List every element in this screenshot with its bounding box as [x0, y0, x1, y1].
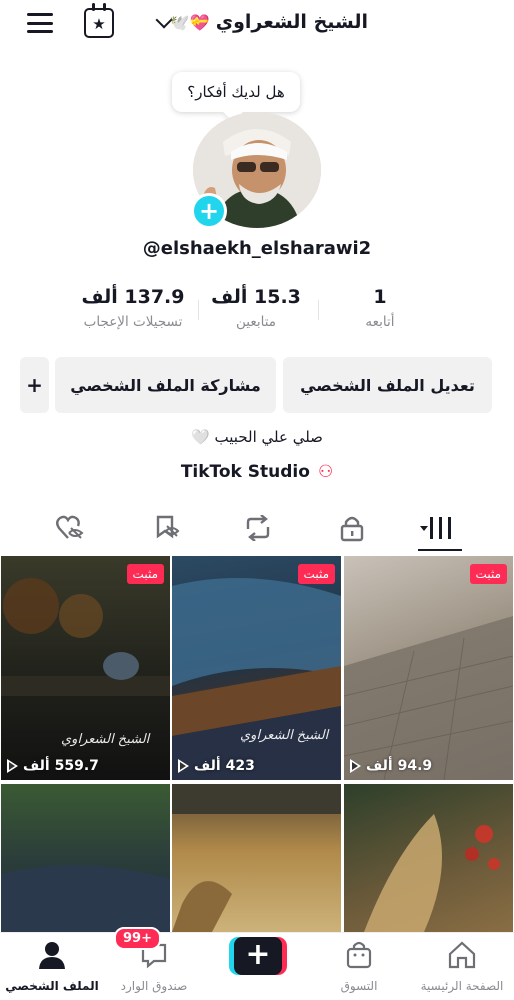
videos-grid-icon	[420, 517, 451, 539]
video-thumbnail	[1, 865, 170, 932]
nav-profile[interactable]: الملف الشخصي	[2, 937, 102, 993]
nav-shop[interactable]: التسوق	[309, 937, 409, 993]
favorites-hidden-icon	[156, 515, 180, 539]
home-icon	[448, 941, 476, 969]
video-tile[interactable]: الشيخ الشعراوي مثبت 423 ألف	[172, 556, 341, 780]
pinned-badge: مثبت	[126, 564, 164, 584]
username: @elshaekh_elsharawi2	[142, 238, 372, 259]
tab-favorites[interactable]	[144, 510, 188, 546]
account-switcher[interactable]: الشيخ الشعراوي 💝🕊️	[170, 8, 368, 36]
tab-liked[interactable]	[48, 510, 92, 546]
view-count: 559.7 ألف	[7, 758, 99, 774]
nav-home-label: الصفحة الرئيسية	[420, 979, 504, 993]
video-tile[interactable]: الشيخ الشعراوي مثبت 559.7 ألف	[1, 556, 170, 780]
followers-stat[interactable]: 15.3 ألف متابعين	[206, 286, 306, 330]
nav-inbox-label: صندوق الوارد	[120, 979, 188, 993]
tiktok-studio-link[interactable]: TikTok Studio ⚇	[0, 462, 514, 482]
pinned-badge: مثبت	[297, 564, 335, 584]
bubble-text: هل لديك أفكار؟	[187, 83, 285, 101]
nav-shop-label: التسوق	[340, 979, 378, 993]
view-count: 423 ألف	[178, 758, 255, 774]
following-count: 1	[373, 286, 387, 308]
video-thumbnail	[172, 784, 341, 932]
tab-reposts[interactable]	[236, 510, 280, 546]
stat-divider	[318, 300, 319, 320]
add-avatar-button[interactable]: +	[191, 193, 227, 229]
account-name: الشيخ الشعراوي	[215, 11, 368, 33]
play-icon	[178, 759, 189, 773]
nav-home[interactable]: الصفحة الرئيسية	[412, 937, 512, 993]
followers-count: 15.3 ألف	[211, 286, 301, 308]
create-button[interactable]: +	[229, 937, 287, 975]
video-caption: الشيخ الشعراوي	[61, 732, 150, 747]
active-tab-indicator	[418, 549, 462, 551]
bottom-nav: الصفحة الرئيسية التسوق + صندوق الوارد 99…	[0, 927, 514, 1000]
play-icon	[7, 759, 18, 773]
share-profile-button[interactable]: مشاركة الملف الشخصي	[55, 357, 276, 413]
repost-icon	[246, 515, 270, 541]
video-tile[interactable]	[1, 784, 170, 932]
studio-label: TikTok Studio	[180, 462, 310, 482]
video-tile[interactable]	[344, 784, 513, 932]
followers-label: متابعين	[235, 314, 277, 330]
video-thumbnail	[172, 578, 341, 780]
likes-count: 137.9 ألف	[81, 286, 185, 308]
video-tile[interactable]: مثبت 94.9 ألف	[344, 556, 513, 780]
thoughts-bubble[interactable]: هل لديك أفكار؟	[172, 72, 300, 112]
add-friend-button[interactable]: +	[20, 357, 49, 413]
pinned-badge: مثبت	[469, 564, 507, 584]
edit-profile-button[interactable]: تعديل الملف الشخصي	[283, 357, 492, 413]
lock-icon	[340, 516, 364, 542]
inbox-badge: 99+	[114, 927, 161, 950]
nav-profile-label: الملف الشخصي	[5, 979, 99, 993]
tab-videos[interactable]	[418, 510, 462, 546]
plus-icon: +	[234, 937, 282, 975]
title-emojis: 💝🕊️	[169, 12, 210, 32]
tab-private[interactable]	[330, 510, 374, 546]
following-label: أتابعه	[365, 314, 395, 330]
video-tile[interactable]	[172, 784, 341, 932]
bio: صلي علي الحبيب 🤍	[191, 428, 323, 446]
person-star-icon: ⚇	[317, 462, 334, 482]
profile-icon	[39, 942, 65, 969]
likes-stat[interactable]: 137.9 ألف تسجيلات الإعجاب	[70, 286, 196, 330]
video-thumbnail	[364, 814, 500, 932]
liked-hidden-icon	[56, 515, 84, 539]
likes-label: تسجيلات الإعجاب	[83, 314, 183, 330]
video-thumbnail	[344, 616, 513, 780]
hamburger-icon[interactable]	[26, 10, 54, 36]
shop-bag-icon	[346, 941, 372, 969]
calendar-star-icon[interactable]: ★	[84, 3, 114, 38]
following-stat[interactable]: 1 أتابعه	[340, 286, 420, 330]
stat-divider	[198, 300, 199, 320]
play-icon	[350, 759, 361, 773]
video-caption: الشيخ الشعراوي	[240, 728, 329, 743]
view-count: 94.9 ألف	[350, 758, 432, 774]
